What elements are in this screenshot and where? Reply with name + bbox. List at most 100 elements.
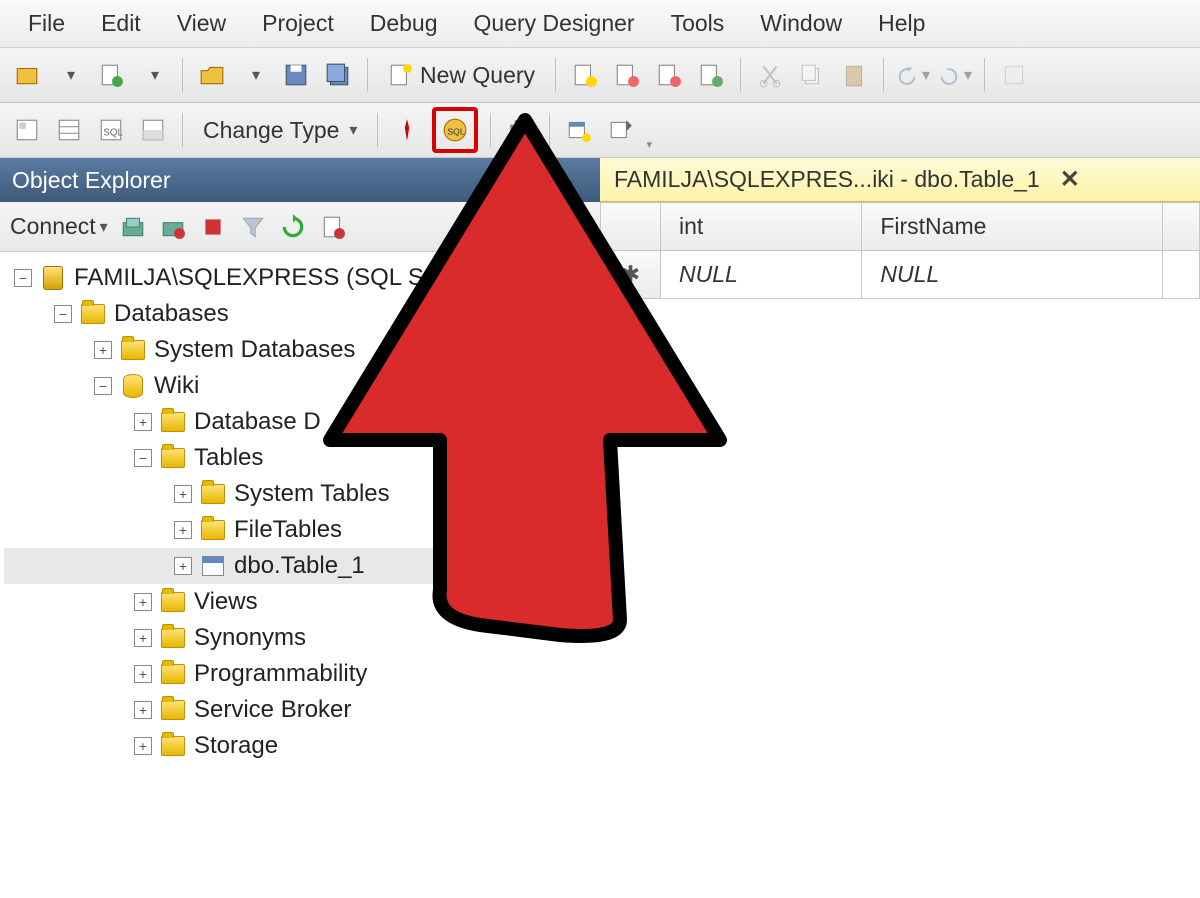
- cut-icon[interactable]: [753, 58, 787, 92]
- expand-icon[interactable]: +: [174, 521, 192, 539]
- tree-system-databases-node[interactable]: + System Databases: [4, 332, 596, 368]
- mdx-query-icon[interactable]: [652, 58, 686, 92]
- tree-service-broker-node[interactable]: + Service Broker: [4, 692, 596, 728]
- column-header-int[interactable]: int: [661, 203, 862, 251]
- connect-icon[interactable]: [118, 212, 148, 242]
- menu-help[interactable]: Help: [860, 2, 943, 45]
- new-project-icon[interactable]: [10, 58, 44, 92]
- change-type-button[interactable]: Change Type: [195, 117, 365, 144]
- script-icon[interactable]: [318, 212, 348, 242]
- tree-programmability-node[interactable]: + Programmability: [4, 656, 596, 692]
- add-item-dropdown-icon[interactable]: [136, 58, 170, 92]
- grid-cell[interactable]: NULL: [862, 251, 1163, 299]
- xmla-query-icon[interactable]: [694, 58, 728, 92]
- tab-close-icon[interactable]: ✕: [1060, 165, 1080, 194]
- refresh-icon[interactable]: [278, 212, 308, 242]
- save-all-icon[interactable]: [321, 58, 355, 92]
- new-project-dropdown-icon[interactable]: [52, 58, 86, 92]
- add-table-icon[interactable]: [562, 113, 596, 147]
- expand-icon[interactable]: +: [134, 629, 152, 647]
- new-query-button[interactable]: New Query: [380, 62, 543, 89]
- tree-filetables-node[interactable]: + FileTables: [4, 512, 596, 548]
- tree-wiki-database-node[interactable]: − Wiki: [4, 368, 596, 404]
- add-new-derived-table-icon[interactable]: [604, 113, 638, 147]
- menu-query-designer[interactable]: Query Designer: [456, 2, 653, 45]
- tree-database-diagrams-node[interactable]: + Database D: [4, 404, 596, 440]
- column-header-blank: [1163, 203, 1200, 251]
- table-row[interactable]: ✱ NULL NULL: [601, 251, 1200, 299]
- grid-cell[interactable]: NULL: [661, 251, 862, 299]
- analysis-query-icon[interactable]: [610, 58, 644, 92]
- object-explorer-tree: − FAMILJA\SQLEXPRESS (SQL S − Databases …: [0, 252, 600, 898]
- open-folder-icon[interactable]: [195, 58, 229, 92]
- show-sql-pane-icon[interactable]: SQL: [94, 113, 128, 147]
- new-row-marker-icon: ✱: [601, 251, 661, 299]
- show-diagram-pane-icon[interactable]: [10, 113, 44, 147]
- connect-button[interactable]: Connect: [10, 213, 108, 240]
- toolbar-query-designer: SQL Change Type SQL ▾: [0, 103, 1200, 158]
- tree-server-node[interactable]: − FAMILJA\SQLEXPRESS (SQL S: [4, 260, 596, 296]
- tree-system-tables-node[interactable]: + System Tables: [4, 476, 596, 512]
- folder-icon: [120, 337, 146, 363]
- tree-storage-node[interactable]: + Storage: [4, 728, 596, 764]
- menu-edit[interactable]: Edit: [83, 2, 159, 45]
- collapse-icon[interactable]: −: [94, 377, 112, 395]
- expand-icon[interactable]: +: [134, 701, 152, 719]
- tree-tables-node[interactable]: − Tables: [4, 440, 596, 476]
- menu-tools[interactable]: Tools: [653, 2, 743, 45]
- column-header-firstname[interactable]: FirstName: [862, 203, 1163, 251]
- tree-views-node[interactable]: + Views: [4, 584, 596, 620]
- tree-dbo-table-1-node[interactable]: + dbo.Table_1: [4, 548, 596, 584]
- collapse-icon[interactable]: −: [54, 305, 72, 323]
- expand-icon[interactable]: +: [134, 665, 152, 683]
- undo-icon[interactable]: [896, 58, 930, 92]
- separator: [740, 58, 741, 92]
- folder-icon: [160, 625, 186, 651]
- expand-icon[interactable]: +: [134, 593, 152, 611]
- folder-icon: [160, 661, 186, 687]
- show-criteria-pane-icon[interactable]: [52, 113, 86, 147]
- tree-databases-node[interactable]: − Databases: [4, 296, 596, 332]
- menu-file[interactable]: File: [10, 2, 83, 45]
- expand-icon[interactable]: +: [174, 557, 192, 575]
- folder-icon: [160, 697, 186, 723]
- add-group-by-icon[interactable]: [503, 113, 537, 147]
- show-results-pane-icon[interactable]: [136, 113, 170, 147]
- menu-project[interactable]: Project: [244, 2, 352, 45]
- paste-icon[interactable]: [837, 58, 871, 92]
- stop-icon[interactable]: [198, 212, 228, 242]
- separator: [182, 113, 183, 147]
- expand-icon[interactable]: +: [174, 485, 192, 503]
- folder-icon: [160, 409, 186, 435]
- execute-sql-icon[interactable]: [390, 113, 424, 147]
- copy-icon[interactable]: [795, 58, 829, 92]
- open-dropdown-icon[interactable]: [237, 58, 271, 92]
- expand-icon[interactable]: +: [134, 737, 152, 755]
- menu-window[interactable]: Window: [742, 2, 860, 45]
- separator: [377, 113, 378, 147]
- disconnect-icon[interactable]: [158, 212, 188, 242]
- tree-synonyms-node[interactable]: + Synonyms: [4, 620, 596, 656]
- filter-icon[interactable]: [238, 212, 268, 242]
- verify-sql-button-highlighted[interactable]: SQL: [432, 107, 478, 153]
- document-tab[interactable]: FAMILJA\SQLEXPRES...iki - dbo.Table_1 ✕: [600, 158, 1200, 202]
- grid-cell[interactable]: [1163, 251, 1200, 299]
- toolbar-overflow-icon[interactable]: ▾: [646, 138, 652, 151]
- menu-view[interactable]: View: [159, 2, 244, 45]
- expand-icon[interactable]: +: [94, 341, 112, 359]
- database-engine-query-icon[interactable]: [568, 58, 602, 92]
- menu-debug[interactable]: Debug: [352, 2, 456, 45]
- navigate-back-icon[interactable]: [997, 58, 1031, 92]
- grid-corner: [601, 203, 661, 251]
- verify-sql-icon[interactable]: SQL: [438, 113, 472, 147]
- folder-icon: [200, 481, 226, 507]
- expand-icon[interactable]: +: [134, 413, 152, 431]
- collapse-icon[interactable]: −: [14, 269, 32, 287]
- add-item-icon[interactable]: [94, 58, 128, 92]
- connect-toolbar: Connect: [0, 202, 600, 252]
- save-icon[interactable]: [279, 58, 313, 92]
- panel-options-icon[interactable]: [562, 167, 574, 194]
- object-explorer-title: Object Explorer: [12, 167, 171, 194]
- redo-icon[interactable]: [938, 58, 972, 92]
- collapse-icon[interactable]: −: [134, 449, 152, 467]
